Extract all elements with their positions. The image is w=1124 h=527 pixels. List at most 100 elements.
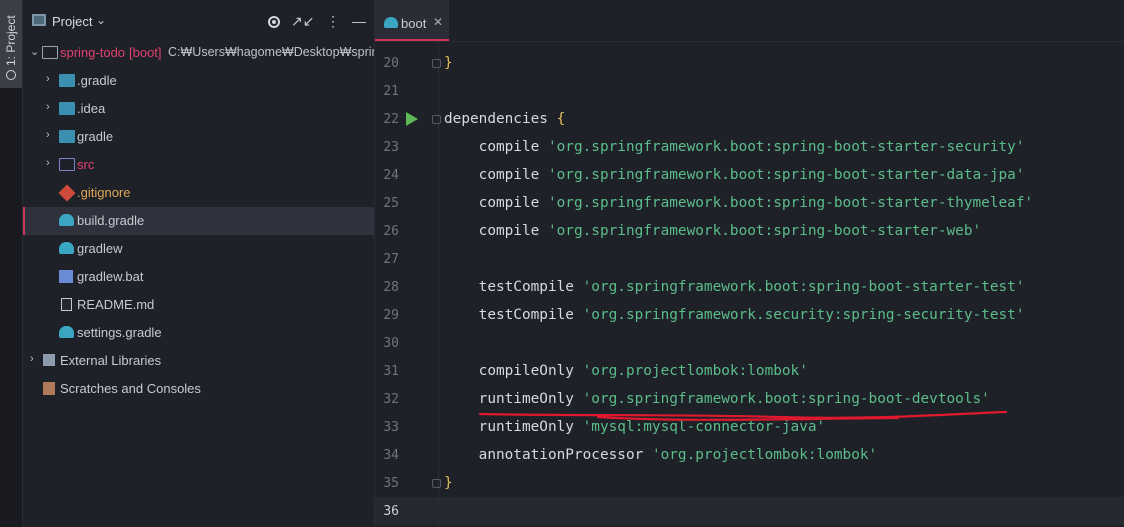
tree-item-label: src — [77, 157, 95, 172]
code-keyword: annotationProcessor — [444, 447, 652, 463]
locate-file-icon[interactable] — [265, 12, 283, 30]
tree-item-label: External Libraries — [60, 353, 162, 368]
code-line-23: compile 'org.springframework.boot:spring… — [444, 139, 1025, 155]
hide-panel-icon[interactable]: — — [350, 12, 368, 30]
chevron-right-icon[interactable]: › — [30, 353, 40, 365]
project-view-selector[interactable]: Project — [52, 14, 92, 29]
tree-row-idea[interactable]: › .idea — [23, 95, 374, 123]
scratches-icon — [43, 382, 55, 395]
line-number: 35 — [383, 476, 399, 491]
code-brace: { — [556, 111, 566, 127]
project-icon — [6, 70, 16, 80]
line-gutter: 20 21 22 23 24 25 26 27 28 29 30 31 32 3… — [375, 41, 441, 527]
collapse-all-icon[interactable]: ↗↙ — [291, 12, 314, 30]
tree-row-root[interactable]: ⌄ spring-todo [boot] C:₩Users₩hagome₩Des… — [23, 39, 393, 67]
editor-tab-boot[interactable]: boot ✕ — [375, 0, 449, 41]
tree-row-settings-gradle[interactable]: settings.gradle — [23, 319, 374, 347]
project-panel-header: Project ⌄ ↗↙ ⋮ — — [23, 0, 374, 42]
folder-icon — [59, 74, 75, 87]
tool-window-stripe: 1: Project — [0, 0, 23, 527]
tab-label: boot — [401, 16, 427, 31]
markdown-icon — [61, 298, 72, 311]
root-project-tag: [boot] — [129, 45, 162, 60]
code-keyword: dependencies — [444, 111, 557, 127]
tree-row-scratches[interactable]: Scratches and Consoles — [23, 375, 374, 403]
chevron-right-icon[interactable]: › — [46, 129, 56, 141]
line-number: 28 — [383, 280, 399, 295]
tree-row-gradlew-bat[interactable]: gradlew.bat — [23, 263, 374, 291]
current-line-highlight — [375, 497, 1124, 525]
tree-row-readme[interactable]: README.md — [23, 291, 374, 319]
project-view-icon — [32, 14, 46, 26]
code-keyword: compile — [444, 167, 548, 183]
chevron-right-icon[interactable]: › — [46, 157, 56, 169]
line-number: 24 — [383, 168, 399, 183]
gradle-icon — [384, 17, 398, 28]
code-keyword: compile — [444, 139, 548, 155]
code-keyword: compile — [444, 195, 548, 211]
code-line-31: compileOnly 'org.projectlombok:lombok' — [444, 363, 808, 379]
project-panel: Project ⌄ ↗↙ ⋮ — ⌄ spring-todo [boot] C:… — [23, 0, 393, 527]
chevron-down-icon[interactable]: ⌄ — [30, 45, 40, 58]
gradle-icon — [59, 242, 74, 254]
red-hand-drawn-underline — [478, 410, 1008, 421]
tree-item-label: gradlew.bat — [77, 269, 144, 284]
tree-item-label: gradlew — [77, 241, 123, 256]
more-options-icon[interactable]: ⋮ — [324, 12, 342, 30]
line-number: 25 — [383, 196, 399, 211]
code-line-22: dependencies { — [444, 111, 565, 127]
tree-item-label: README.md — [77, 297, 155, 312]
line-number: 36 — [383, 504, 399, 519]
fold-marker-icon[interactable] — [432, 59, 441, 68]
chevron-right-icon[interactable]: › — [46, 73, 56, 85]
windows-icon — [59, 270, 73, 283]
line-number: 29 — [383, 308, 399, 323]
tree-item-label: settings.gradle — [77, 325, 162, 340]
code-string: 'org.projectlombok:lombok' — [651, 447, 878, 463]
root-project-name: spring-todo — [60, 45, 126, 60]
code-line-29: testCompile 'org.springframework.securit… — [444, 307, 1025, 323]
library-icon — [43, 354, 55, 366]
tree-row-gradle-dir[interactable]: › .gradle — [23, 67, 374, 95]
tree-row-external-libraries[interactable]: › External Libraries — [23, 347, 374, 375]
tree-row-gradle[interactable]: › gradle — [23, 123, 374, 151]
code-keyword: testCompile — [444, 279, 583, 295]
code-keyword: runtimeOnly — [444, 391, 583, 407]
code-string: 'org.springframework.boot:spring-boot-de… — [582, 391, 990, 407]
code-line-20: } — [444, 55, 453, 71]
code-line-34: annotationProcessor 'org.projectlombok:l… — [444, 447, 878, 463]
gradle-icon — [59, 214, 74, 226]
tree-item-label: .gitignore — [77, 185, 131, 200]
tree-item-label: .idea — [77, 101, 106, 116]
project-tool-tab-label[interactable]: 1: Project — [4, 15, 18, 80]
code-line-32: runtimeOnly 'org.springframework.boot:sp… — [444, 391, 990, 407]
run-gutter-icon[interactable] — [406, 112, 418, 126]
code-string: 'org.springframework.boot:spring-boot-st… — [547, 139, 1025, 155]
tree-row-src[interactable]: › src — [23, 151, 374, 179]
tree-row-gitignore[interactable]: .gitignore — [23, 179, 374, 207]
line-number: 27 — [383, 252, 399, 267]
git-icon — [58, 184, 76, 202]
code-string: 'org.springframework.boot:spring-boot-st… — [582, 279, 1025, 295]
close-icon[interactable]: ✕ — [433, 15, 443, 29]
gutter-separator — [438, 41, 439, 527]
folder-icon — [59, 130, 75, 143]
source-folder-icon — [59, 158, 75, 171]
line-number: 23 — [383, 140, 399, 155]
chevron-down-icon[interactable]: ⌄ — [96, 13, 106, 27]
editor-tab-bar: boot ✕ — [375, 0, 1124, 42]
line-number: 31 — [383, 364, 399, 379]
line-number: 20 — [383, 56, 399, 71]
code-editor[interactable]: boot ✕ 20 21 22 23 24 25 26 27 28 29 30 … — [374, 0, 1124, 527]
fold-marker-icon[interactable] — [432, 479, 441, 488]
line-number: 32 — [383, 392, 399, 407]
root-project-path: C:₩Users₩hagome₩Desktop₩spring-t — [168, 45, 394, 59]
folder-icon — [42, 46, 58, 59]
code-line-35: } — [444, 475, 453, 491]
tree-row-gradlew[interactable]: gradlew — [23, 235, 374, 263]
tree-item-label: .gradle — [77, 73, 117, 88]
tree-row-build-gradle[interactable]: build.gradle — [23, 207, 374, 235]
fold-marker-icon[interactable] — [432, 115, 441, 124]
code-keyword: testCompile — [444, 307, 583, 323]
chevron-right-icon[interactable]: › — [46, 101, 56, 113]
